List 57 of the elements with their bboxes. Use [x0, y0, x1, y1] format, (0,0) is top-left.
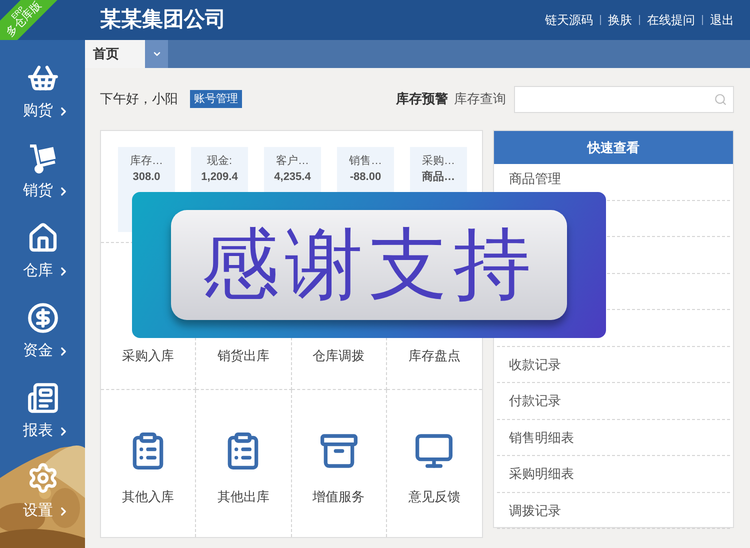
sidebar-item[interactable]: 销货	[0, 132, 85, 212]
quick-view-item[interactable]: 销售明细表	[497, 420, 730, 456]
shortcut-label: 其他出库	[217, 488, 270, 506]
sidebar-item[interactable]: 仓库	[0, 212, 85, 292]
greeting-text: 下午好，小阳	[100, 90, 178, 108]
dollar-icon	[26, 302, 58, 334]
stock-query-link[interactable]: 库存查询	[454, 89, 506, 109]
stat-text: 销售…	[349, 155, 382, 169]
stat-text: 客户…	[276, 155, 309, 169]
search-icon	[714, 92, 727, 106]
sidebar-label: 销货	[15, 180, 70, 202]
shortcut-label: 增值服务	[312, 488, 365, 506]
stat-text: 308.0	[132, 170, 160, 184]
stat-text: 4,235.4	[274, 170, 311, 184]
caret-icon	[152, 49, 162, 59]
account-button[interactable]: 账号管理	[190, 90, 242, 108]
stat-text: 商品…	[422, 170, 455, 184]
shortcut-tile[interactable]: 其他入库	[101, 390, 196, 537]
shortcut-label: 销货出库	[217, 346, 270, 364]
shortcut-tile[interactable]: 意见反馈	[386, 390, 482, 537]
shortcut-label: 意见反馈	[408, 488, 460, 506]
tab-menu-button[interactable]	[145, 40, 168, 68]
shortcut-tile[interactable]: 增值服务	[292, 390, 387, 537]
settings-icon	[26, 462, 58, 494]
sidebar-label: 仓库	[15, 260, 70, 282]
stat-text: 库存…	[130, 155, 163, 169]
sidebar-label: 报表	[15, 420, 70, 442]
stat-text: 采购…	[422, 155, 455, 169]
shortcut-label: 库存盘点	[408, 346, 460, 364]
quick-view-title: 快速查看	[588, 138, 640, 157]
tab[interactable]: 首页	[85, 40, 145, 68]
stat-text: 现金:	[206, 155, 232, 169]
stat-text: 1,209.4	[201, 170, 238, 184]
report-icon	[26, 382, 58, 414]
sidebar-label: 资金	[15, 340, 70, 362]
shortcut-tile[interactable]: 其他出库	[196, 390, 292, 537]
header-link[interactable]: 在线提问	[647, 11, 695, 29]
quick-view-item[interactable]: 调拨记录	[497, 492, 730, 529]
company-title: 某某集团公司	[100, 7, 226, 34]
shortcut-label: 采购入库	[122, 346, 174, 364]
sidebar-label: 购货	[15, 100, 70, 122]
quick-view-item[interactable]: 收款记录	[497, 346, 730, 383]
header-link[interactable]: 退出	[710, 11, 734, 29]
sidebar-item[interactable]: 报表	[0, 372, 85, 452]
search-field[interactable]	[514, 86, 734, 112]
header-link[interactable]: 链天源码	[545, 11, 593, 29]
shortcut-label: 其他入库	[122, 488, 174, 506]
quick-view-item[interactable]: 采购明细表	[497, 456, 730, 492]
sidebar-label: 设置	[15, 500, 70, 522]
shortcut-label: 仓库调拨	[312, 346, 365, 364]
sidebar-item[interactable]: 资金	[0, 292, 85, 372]
quick-view-item[interactable]: 付款记录	[497, 383, 730, 420]
stat-text: -88.00	[350, 170, 382, 184]
header-link[interactable]: 换肤	[608, 11, 632, 29]
stock-warning-link[interactable]: 库存预警	[396, 89, 448, 109]
sidebar-item[interactable]: 购货	[0, 52, 85, 132]
house-icon	[26, 222, 58, 254]
